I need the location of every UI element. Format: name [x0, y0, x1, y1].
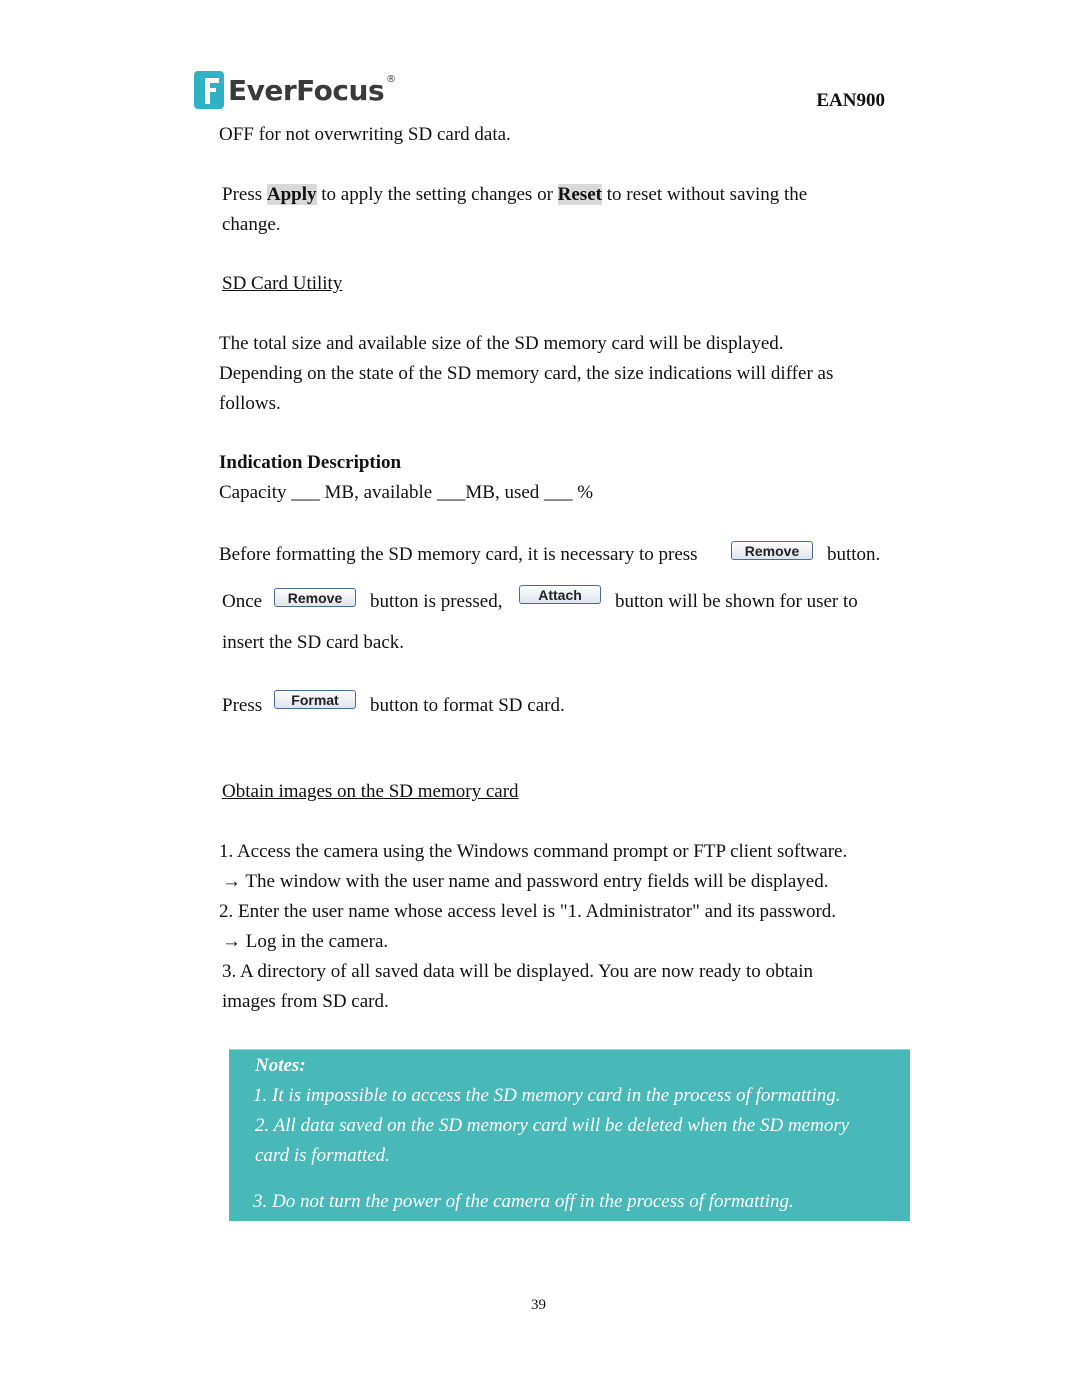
remove-button-2[interactable]: Remove — [274, 588, 356, 607]
obtain-images-heading: Obtain images on the SD memory card — [222, 781, 519, 802]
note-item: 2. All data saved on the SD memory card … — [255, 1115, 850, 1136]
sd-card-utility-heading: SD Card Utility — [222, 273, 343, 294]
apply-keyword: Apply — [266, 184, 317, 205]
everfocus-logo: EverFocus ® — [194, 70, 396, 110]
step-line: 3. A directory of all saved data will be… — [222, 961, 813, 982]
model-name: EAN900 — [816, 90, 885, 111]
page-number: 39 — [531, 1297, 546, 1313]
sd-desc-line-1: The total size and available size of the… — [219, 333, 784, 354]
apply-instruction: Press Apply to apply the setting changes… — [222, 184, 807, 206]
apply-instruction-cont: change. — [222, 214, 281, 235]
everfocus-logo-icon — [194, 71, 224, 109]
once-cont-text: insert the SD card back. — [222, 632, 405, 653]
registered-mark: ® — [386, 74, 397, 85]
capacity-line: Capacity ___ MB, available ___MB, used _… — [219, 482, 594, 503]
apply-mid-text: to apply the setting changes or — [316, 184, 558, 205]
reset-keyword: Reset — [557, 184, 602, 205]
indication-heading: Indication Description — [219, 452, 402, 473]
format-end-text: button to format SD card. — [370, 695, 565, 716]
once-text: Once — [222, 591, 263, 612]
notes-title: Notes: — [255, 1055, 306, 1076]
step-line: images from SD card. — [222, 991, 389, 1012]
before-format-end: button. — [827, 544, 881, 565]
overwrite-text: OFF for not overwriting SD card data. — [219, 124, 511, 145]
format-press-text: Press — [222, 695, 263, 716]
before-format-text: Before formatting the SD memory card, it… — [219, 544, 698, 565]
apply-end-text: to reset without saving the — [601, 184, 808, 205]
once-mid-text: button is pressed, — [370, 591, 503, 612]
apply-press-text: Press — [222, 184, 267, 205]
step-line: 2. Enter the user name whose access leve… — [219, 901, 837, 922]
sd-desc-line-3: follows. — [219, 393, 281, 414]
format-button[interactable]: Format — [274, 690, 356, 709]
sd-desc-line-2: Depending on the state of the SD memory … — [219, 363, 834, 384]
notes-box: Notes: 1. It is impossible to access the… — [229, 1049, 910, 1221]
note-item: 3. Do not turn the power of the camera o… — [253, 1191, 794, 1212]
logo-text: EverFocus — [228, 73, 385, 107]
remove-button[interactable]: Remove — [731, 541, 813, 560]
note-item: card is formatted. — [255, 1145, 390, 1166]
note-item: 1. It is impossible to access the SD mem… — [253, 1085, 841, 1106]
step-line: 1. Access the camera using the Windows c… — [219, 841, 848, 862]
step-line: → Log in the camera. — [222, 931, 389, 952]
attach-button[interactable]: Attach — [519, 585, 601, 604]
step-line: → The window with the user name and pass… — [222, 871, 829, 892]
once-end-text: button will be shown for user to — [615, 591, 858, 612]
